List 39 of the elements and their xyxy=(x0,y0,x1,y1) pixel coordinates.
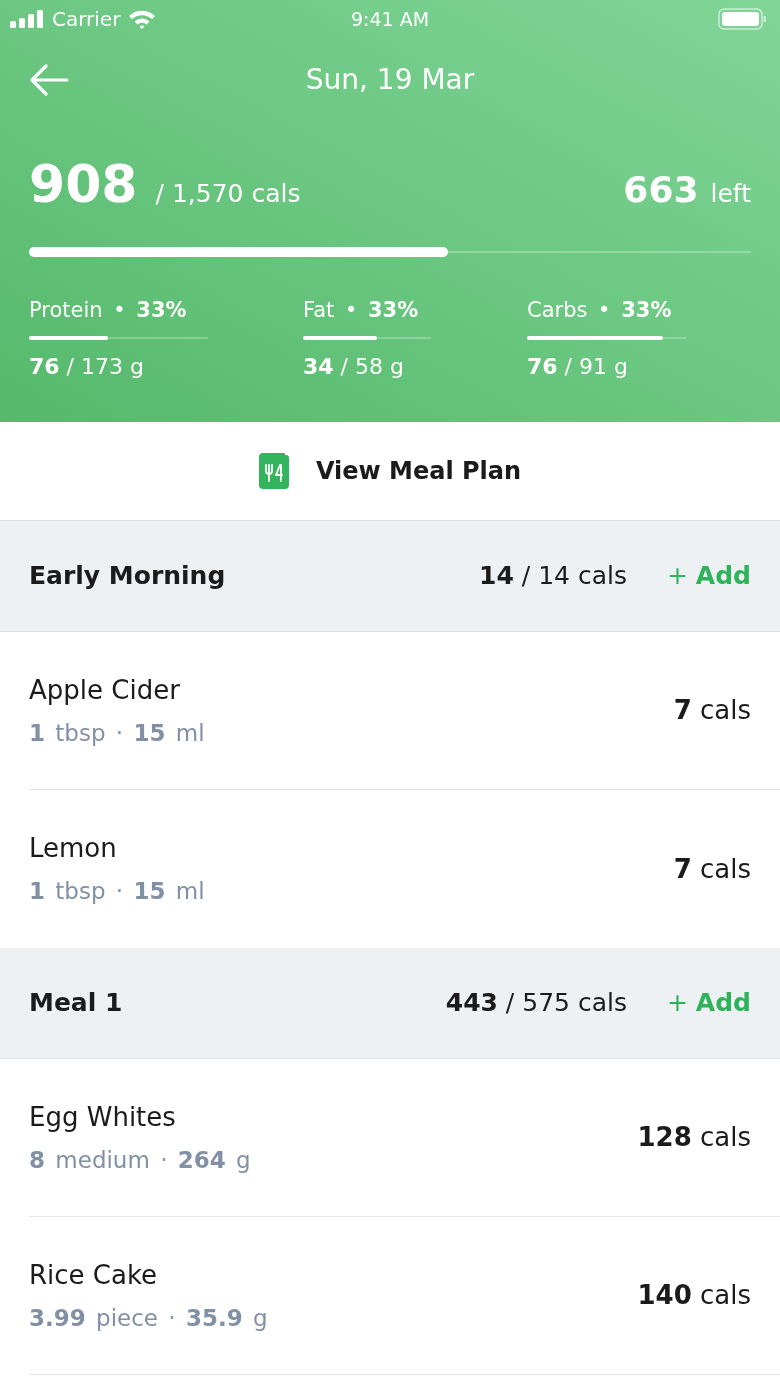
status-time: 9:41 AM xyxy=(350,6,430,32)
back-arrow-icon xyxy=(29,64,69,96)
food-item[interactable]: Rice Cake 3.99 piece · 35.9 g 140 cals xyxy=(29,1217,780,1375)
food-name: Lemon xyxy=(29,832,118,866)
food-calories: 140 cals xyxy=(637,1279,751,1312)
food-calories: 7 cals xyxy=(673,852,751,886)
meal-calories: 443 / 575 cals xyxy=(445,987,627,1020)
food-portion: 1 tbsp · 15 ml xyxy=(29,718,205,748)
meal-plan-icon xyxy=(258,453,289,489)
food-name: Egg Whites xyxy=(29,1100,177,1134)
date-title: Sun, 19 Mar xyxy=(305,62,475,98)
view-meal-plan-button[interactable]: View Meal Plan xyxy=(258,453,522,489)
macro-label: Protein • 33% xyxy=(29,296,188,324)
macro-amount: 76 / 91 g xyxy=(527,353,629,381)
macro-amount: 34 / 58 g xyxy=(303,353,405,381)
macro-amount: 76 / 173 g xyxy=(29,353,145,381)
consumed-calories: 908 xyxy=(29,158,138,210)
signal-icon xyxy=(10,10,44,28)
food-name: Apple Cider xyxy=(29,673,181,707)
food-calories: 128 cals xyxy=(637,1121,751,1154)
food-portion: 1 tbsp · 15 ml xyxy=(29,877,205,907)
food-calories: 7 cals xyxy=(673,694,751,727)
food-name: Rice Cake xyxy=(29,1258,159,1292)
wifi-icon xyxy=(128,9,157,29)
food-item[interactable]: Apple Cider 1 tbsp · 15 ml 7 cals xyxy=(29,632,780,790)
macro-label: Fat • 33% xyxy=(303,296,420,324)
target-calories: / 1,570 cals xyxy=(155,178,301,210)
battery-icon xyxy=(718,8,766,30)
food-portion: 3.99 piece · 35.9 g xyxy=(29,1303,268,1333)
food-item[interactable]: Egg Whites 8 medium · 264 g 128 cals xyxy=(29,1059,780,1217)
meal-calories: 14 / 14 cals xyxy=(479,560,627,593)
remaining-calories: 663 xyxy=(623,172,699,208)
macro-label: Carbs • 33% xyxy=(527,296,673,324)
meal-name: Meal 1 xyxy=(29,987,123,1020)
carrier-label: Carrier xyxy=(52,6,121,33)
food-portion: 8 medium · 264 g xyxy=(29,1145,251,1175)
food-item[interactable]: Lemon 1 tbsp · 15 ml 7 cals xyxy=(29,790,780,948)
meal-name: Early Morning xyxy=(29,560,226,593)
remaining-label: left xyxy=(710,178,751,210)
